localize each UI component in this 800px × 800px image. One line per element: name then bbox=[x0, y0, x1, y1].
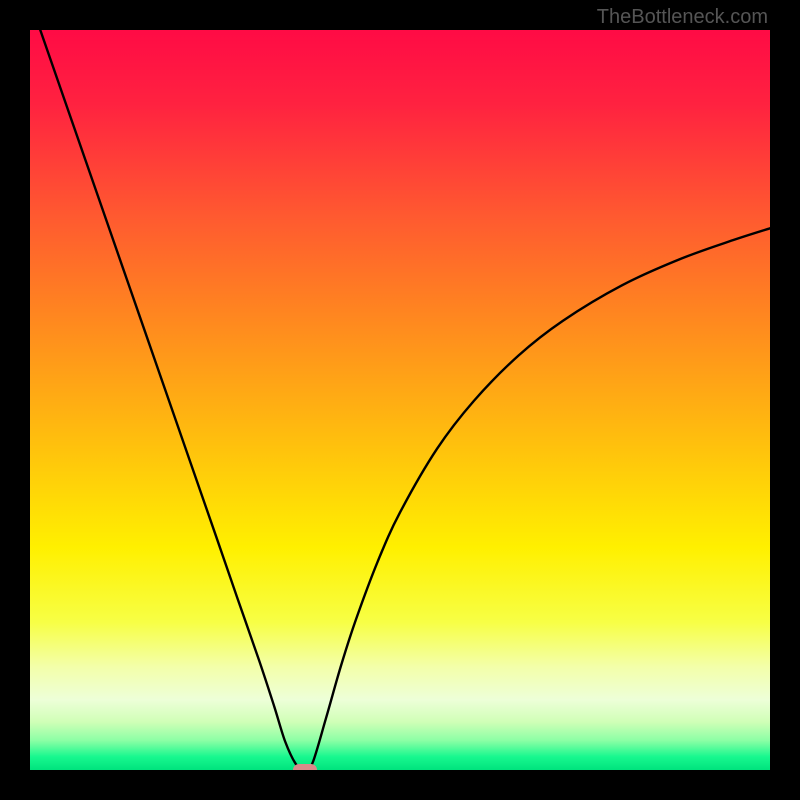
chart-frame: TheBottleneck.com bbox=[0, 0, 800, 800]
plot-area bbox=[30, 30, 770, 770]
optimal-marker bbox=[293, 764, 317, 770]
watermark-text: TheBottleneck.com bbox=[597, 6, 768, 29]
bottleneck-curve bbox=[30, 30, 770, 770]
